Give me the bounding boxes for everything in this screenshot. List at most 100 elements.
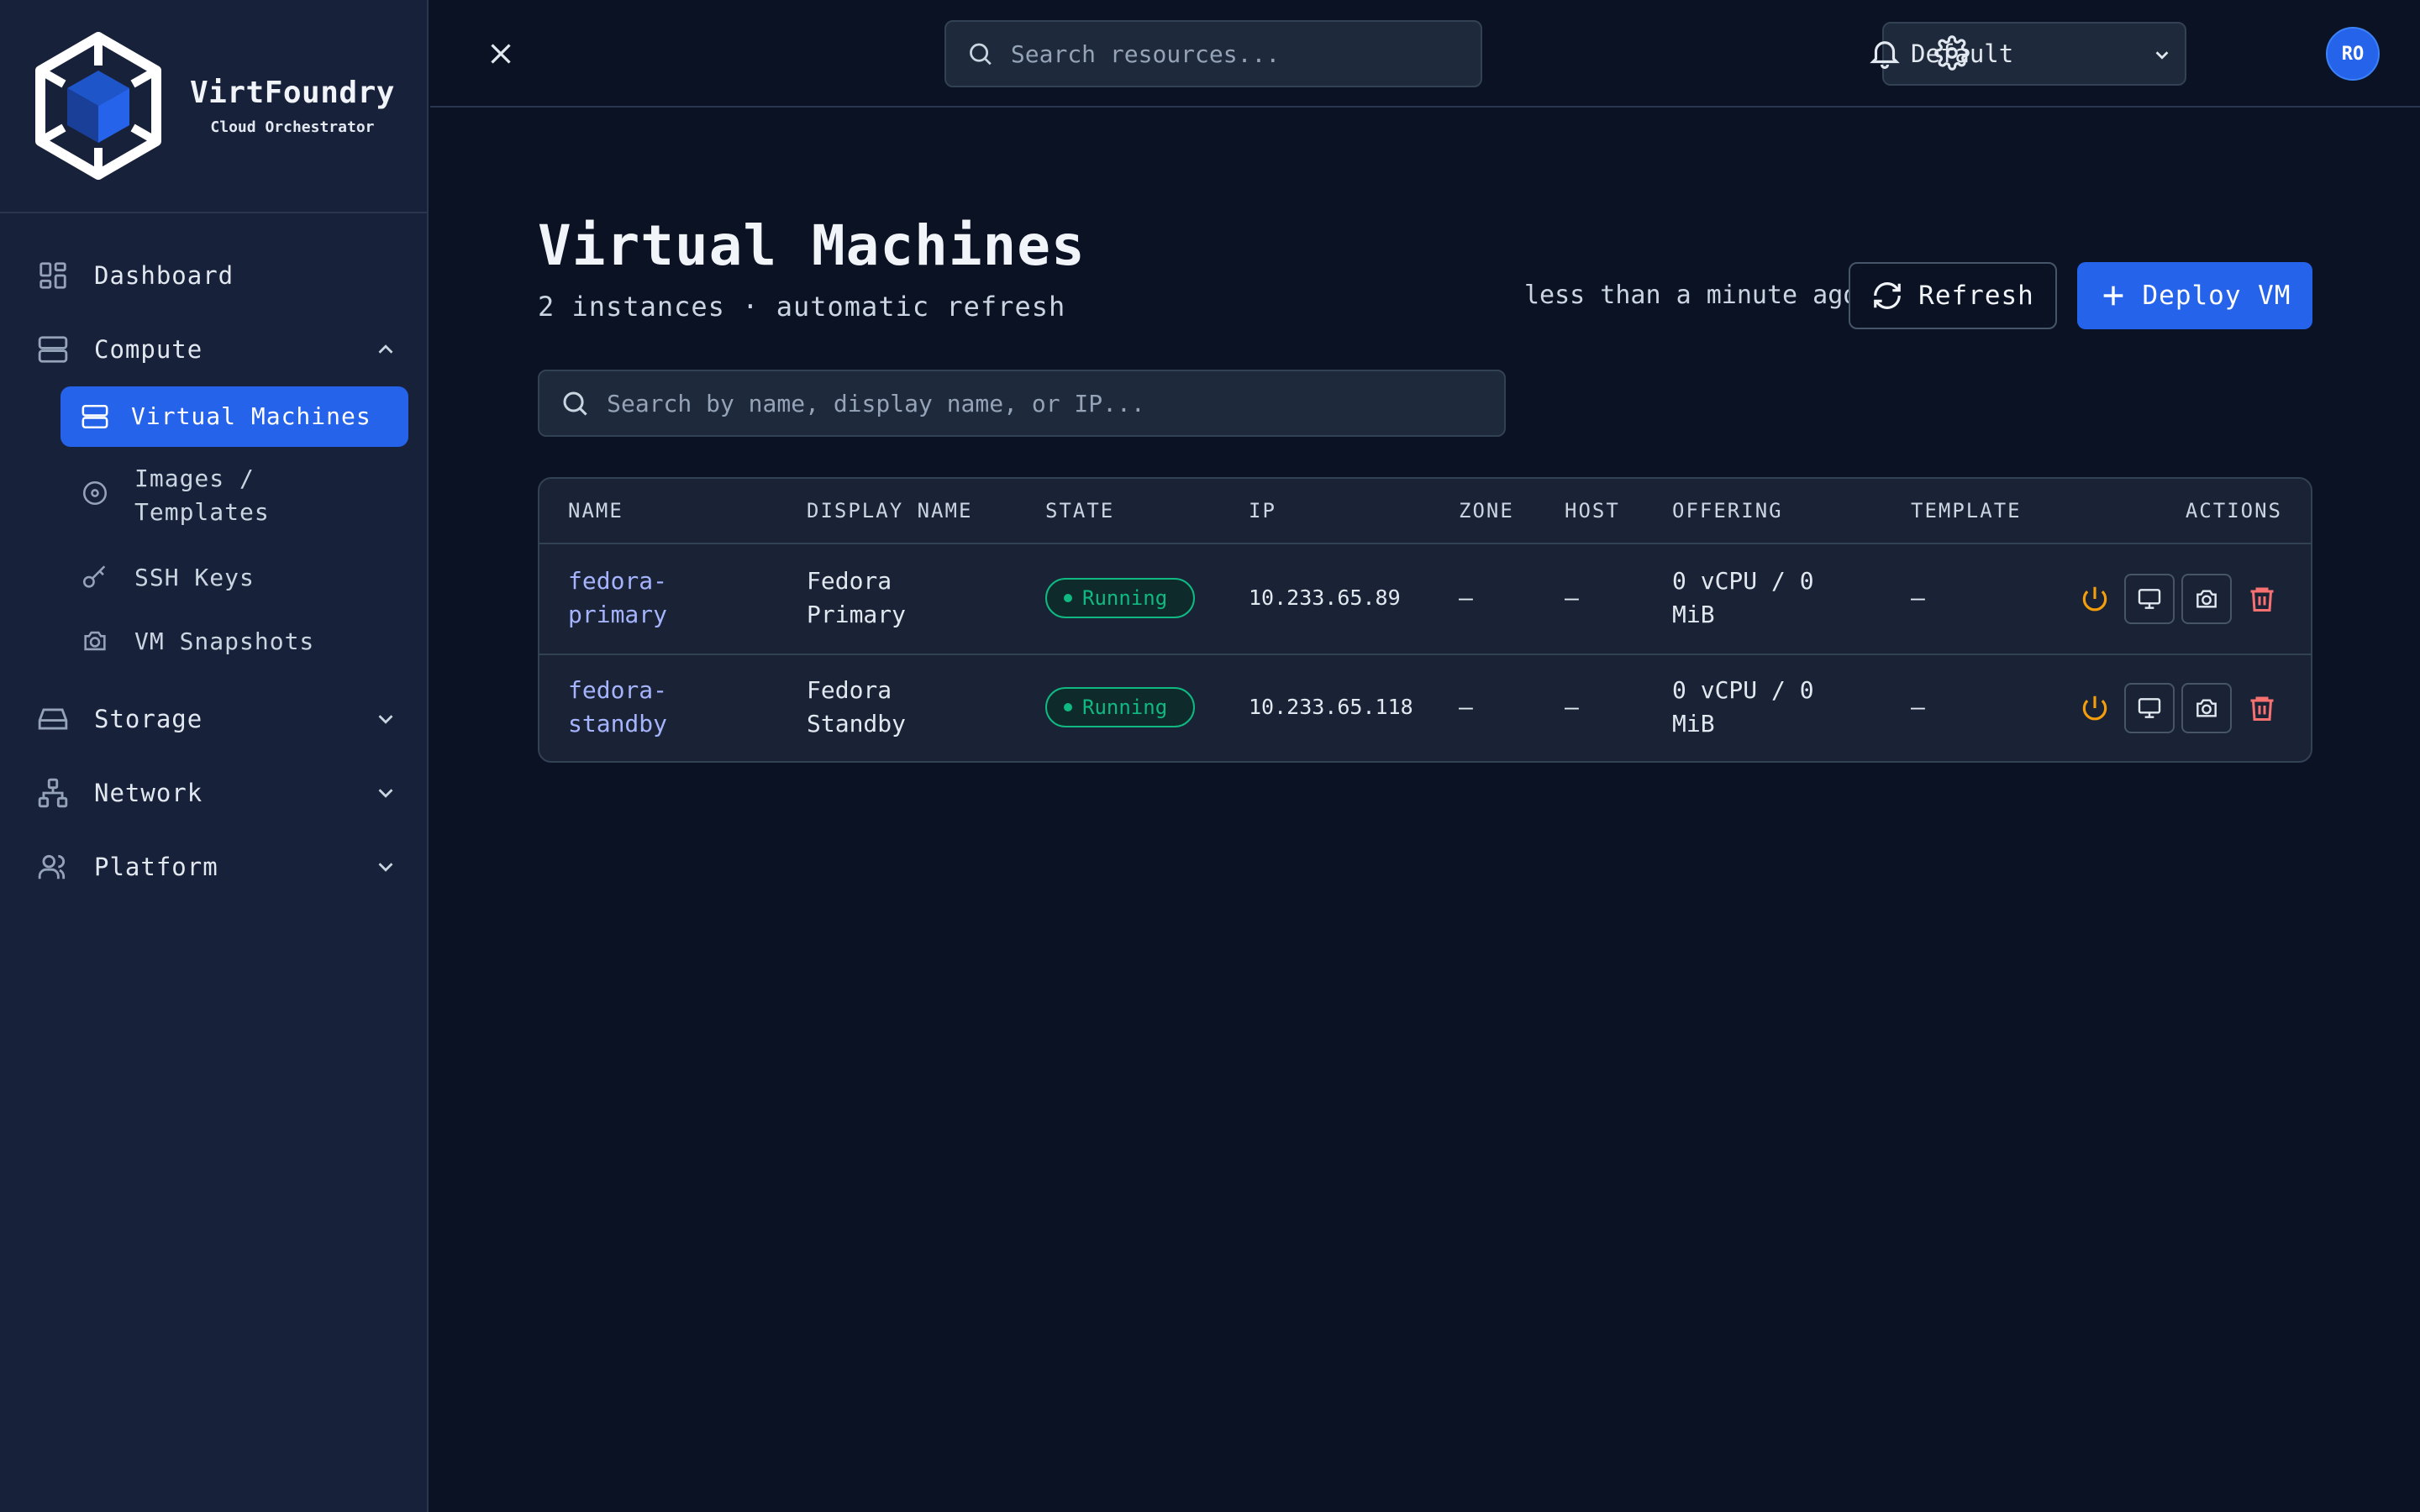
vm-table: NAME DISPLAY NAME STATE IP ZONE HOST OFF… <box>538 477 2312 763</box>
offering-line: 0 vCPU / 0 <box>1672 676 1814 704</box>
column-header-actions: ACTIONS <box>2185 499 2282 522</box>
server-icon <box>82 404 108 429</box>
status-dot <box>1064 703 1072 711</box>
server-icon <box>38 336 68 363</box>
vm-offering: 0 vCPU / 0 MiB <box>1672 564 1814 632</box>
snapshot-button[interactable] <box>2181 574 2232 624</box>
users-icon <box>38 854 66 879</box>
table-header: NAME DISPLAY NAME STATE IP ZONE HOST OFF… <box>539 479 2311 544</box>
project-select[interactable]: Default <box>1882 22 2186 86</box>
column-header-ip[interactable]: IP <box>1249 499 1276 522</box>
offering-line: 0 vCPU / 0 <box>1672 567 1814 595</box>
trash-icon[interactable] <box>2247 693 2277 723</box>
console-icon <box>2138 589 2161 609</box>
console-icon <box>2138 698 2161 718</box>
snapshot-icon <box>2196 590 2217 608</box>
brand[interactable]: VirtFoundry Cloud Orchestrator <box>0 0 427 213</box>
camera-icon <box>84 631 106 651</box>
column-header-name[interactable]: NAME <box>568 499 623 522</box>
sidebar: VirtFoundry Cloud Orchestrator Dashboard… <box>0 0 429 1512</box>
status-badge: Running <box>1045 687 1195 727</box>
sidebar-item-images-templates[interactable]: Images / Templates <box>81 462 429 529</box>
sidebar-item-label: Compute <box>94 335 203 364</box>
sidebar-item-label: Virtual Machines <box>131 402 371 430</box>
snapshot-button[interactable] <box>2181 683 2232 733</box>
sidebar-item-vm-snapshots[interactable]: VM Snapshots <box>81 625 429 659</box>
chevron-down-icon <box>378 863 393 872</box>
vm-name-line: standby <box>568 710 668 738</box>
sidebar-item-virtual-machines[interactable]: Virtual Machines <box>60 386 408 447</box>
vm-name-line: fedora- <box>568 676 668 704</box>
column-header-offering[interactable]: OFFERING <box>1672 499 1783 522</box>
sidebar-item-platform[interactable]: Platform <box>37 842 398 892</box>
dashboard-icon <box>39 262 66 289</box>
network-icon <box>38 778 68 808</box>
console-button[interactable] <box>2124 683 2175 733</box>
avatar[interactable]: RO <box>2326 27 2380 81</box>
deploy-vm-button[interactable]: Deploy VM <box>2077 262 2312 329</box>
table-row[interactable]: fedora- standby Fedora Standby Running 1… <box>539 654 2311 761</box>
vm-template: — <box>1911 693 1925 721</box>
refresh-icon <box>1874 282 1902 309</box>
sidebar-item-compute[interactable]: Compute <box>37 324 398 375</box>
vm-ip: 10.233.65.89 <box>1249 585 1401 610</box>
offering-line: MiB <box>1672 601 1715 628</box>
power-icon[interactable] <box>2079 692 2111 724</box>
vm-host: — <box>1565 584 1579 612</box>
global-search[interactable] <box>944 20 1482 87</box>
sidebar-item-network[interactable]: Network <box>37 768 398 818</box>
page-subtitle: 2 instances · automatic refresh <box>538 291 1066 323</box>
display-name-line: Primary <box>807 601 907 628</box>
brand-subtitle: Cloud Orchestrator <box>210 118 375 136</box>
vm-display-name: Fedora Primary <box>807 564 906 632</box>
status-dot <box>1064 594 1072 602</box>
status-badge-label: Running <box>1082 586 1168 610</box>
refresh-button-label: Refresh <box>1918 281 2034 311</box>
sidebar-item-label: Platform <box>94 853 218 881</box>
sidebar-item-label: SSH Keys <box>134 564 255 591</box>
offering-line: MiB <box>1672 710 1715 738</box>
sidebar-item-label: Storage <box>94 705 203 733</box>
sidebar-item-ssh-keys[interactable]: SSH Keys <box>81 561 429 595</box>
vm-name-link[interactable]: fedora- primary <box>568 564 694 632</box>
bell-icon[interactable] <box>1867 35 1902 71</box>
vm-search-input[interactable] <box>607 389 1504 417</box>
power-icon[interactable] <box>2079 583 2111 615</box>
sidebar-item-dashboard[interactable]: Dashboard <box>37 250 398 301</box>
deploy-vm-button-label: Deploy VM <box>2142 281 2291 311</box>
gear-icon[interactable] <box>1934 35 1970 71</box>
sidebar-item-label: Dashboard <box>94 261 234 290</box>
display-name-line: Standby <box>807 710 907 738</box>
display-name-line: Fedora <box>807 676 892 704</box>
last-updated-text: less than a minute ago <box>1524 281 1859 310</box>
topbar: Default RO <box>430 0 2420 108</box>
vm-zone: — <box>1459 584 1473 612</box>
console-button[interactable] <box>2124 574 2175 624</box>
disc-icon <box>82 480 108 506</box>
vm-name-link[interactable]: fedora- standby <box>568 674 694 741</box>
sidebar-item-storage[interactable]: Storage <box>37 694 398 744</box>
page-title: Virtual Machines <box>538 213 1086 278</box>
vm-display-name: Fedora Standby <box>807 674 906 741</box>
vm-template: — <box>1911 584 1925 612</box>
column-header-host[interactable]: HOST <box>1565 499 1620 522</box>
vm-search[interactable] <box>538 370 1506 437</box>
column-header-state[interactable]: STATE <box>1045 499 1114 522</box>
column-header-template[interactable]: TEMPLATE <box>1911 499 2022 522</box>
close-icon[interactable] <box>486 39 516 69</box>
trash-icon[interactable] <box>2247 584 2277 614</box>
sidebar-item-label: Images / <box>134 465 255 492</box>
table-row[interactable]: fedora- primary Fedora Primary Running 1… <box>539 544 2311 654</box>
global-search-input[interactable] <box>1010 39 1481 68</box>
chevron-up-icon <box>378 344 393 354</box>
column-header-display-name[interactable]: DISPLAY NAME <box>807 499 972 522</box>
vm-ip: 10.233.65.118 <box>1249 695 1413 719</box>
column-header-zone[interactable]: ZONE <box>1459 499 1514 522</box>
sidebar-item-label: Network <box>94 779 203 807</box>
display-name-line: Fedora <box>807 567 892 595</box>
chevron-down-icon <box>2155 51 2169 60</box>
refresh-button[interactable]: Refresh <box>1849 262 2057 329</box>
status-badge-label: Running <box>1082 696 1168 719</box>
vm-host: — <box>1565 693 1579 721</box>
brand-name: VirtFoundry <box>190 76 395 110</box>
